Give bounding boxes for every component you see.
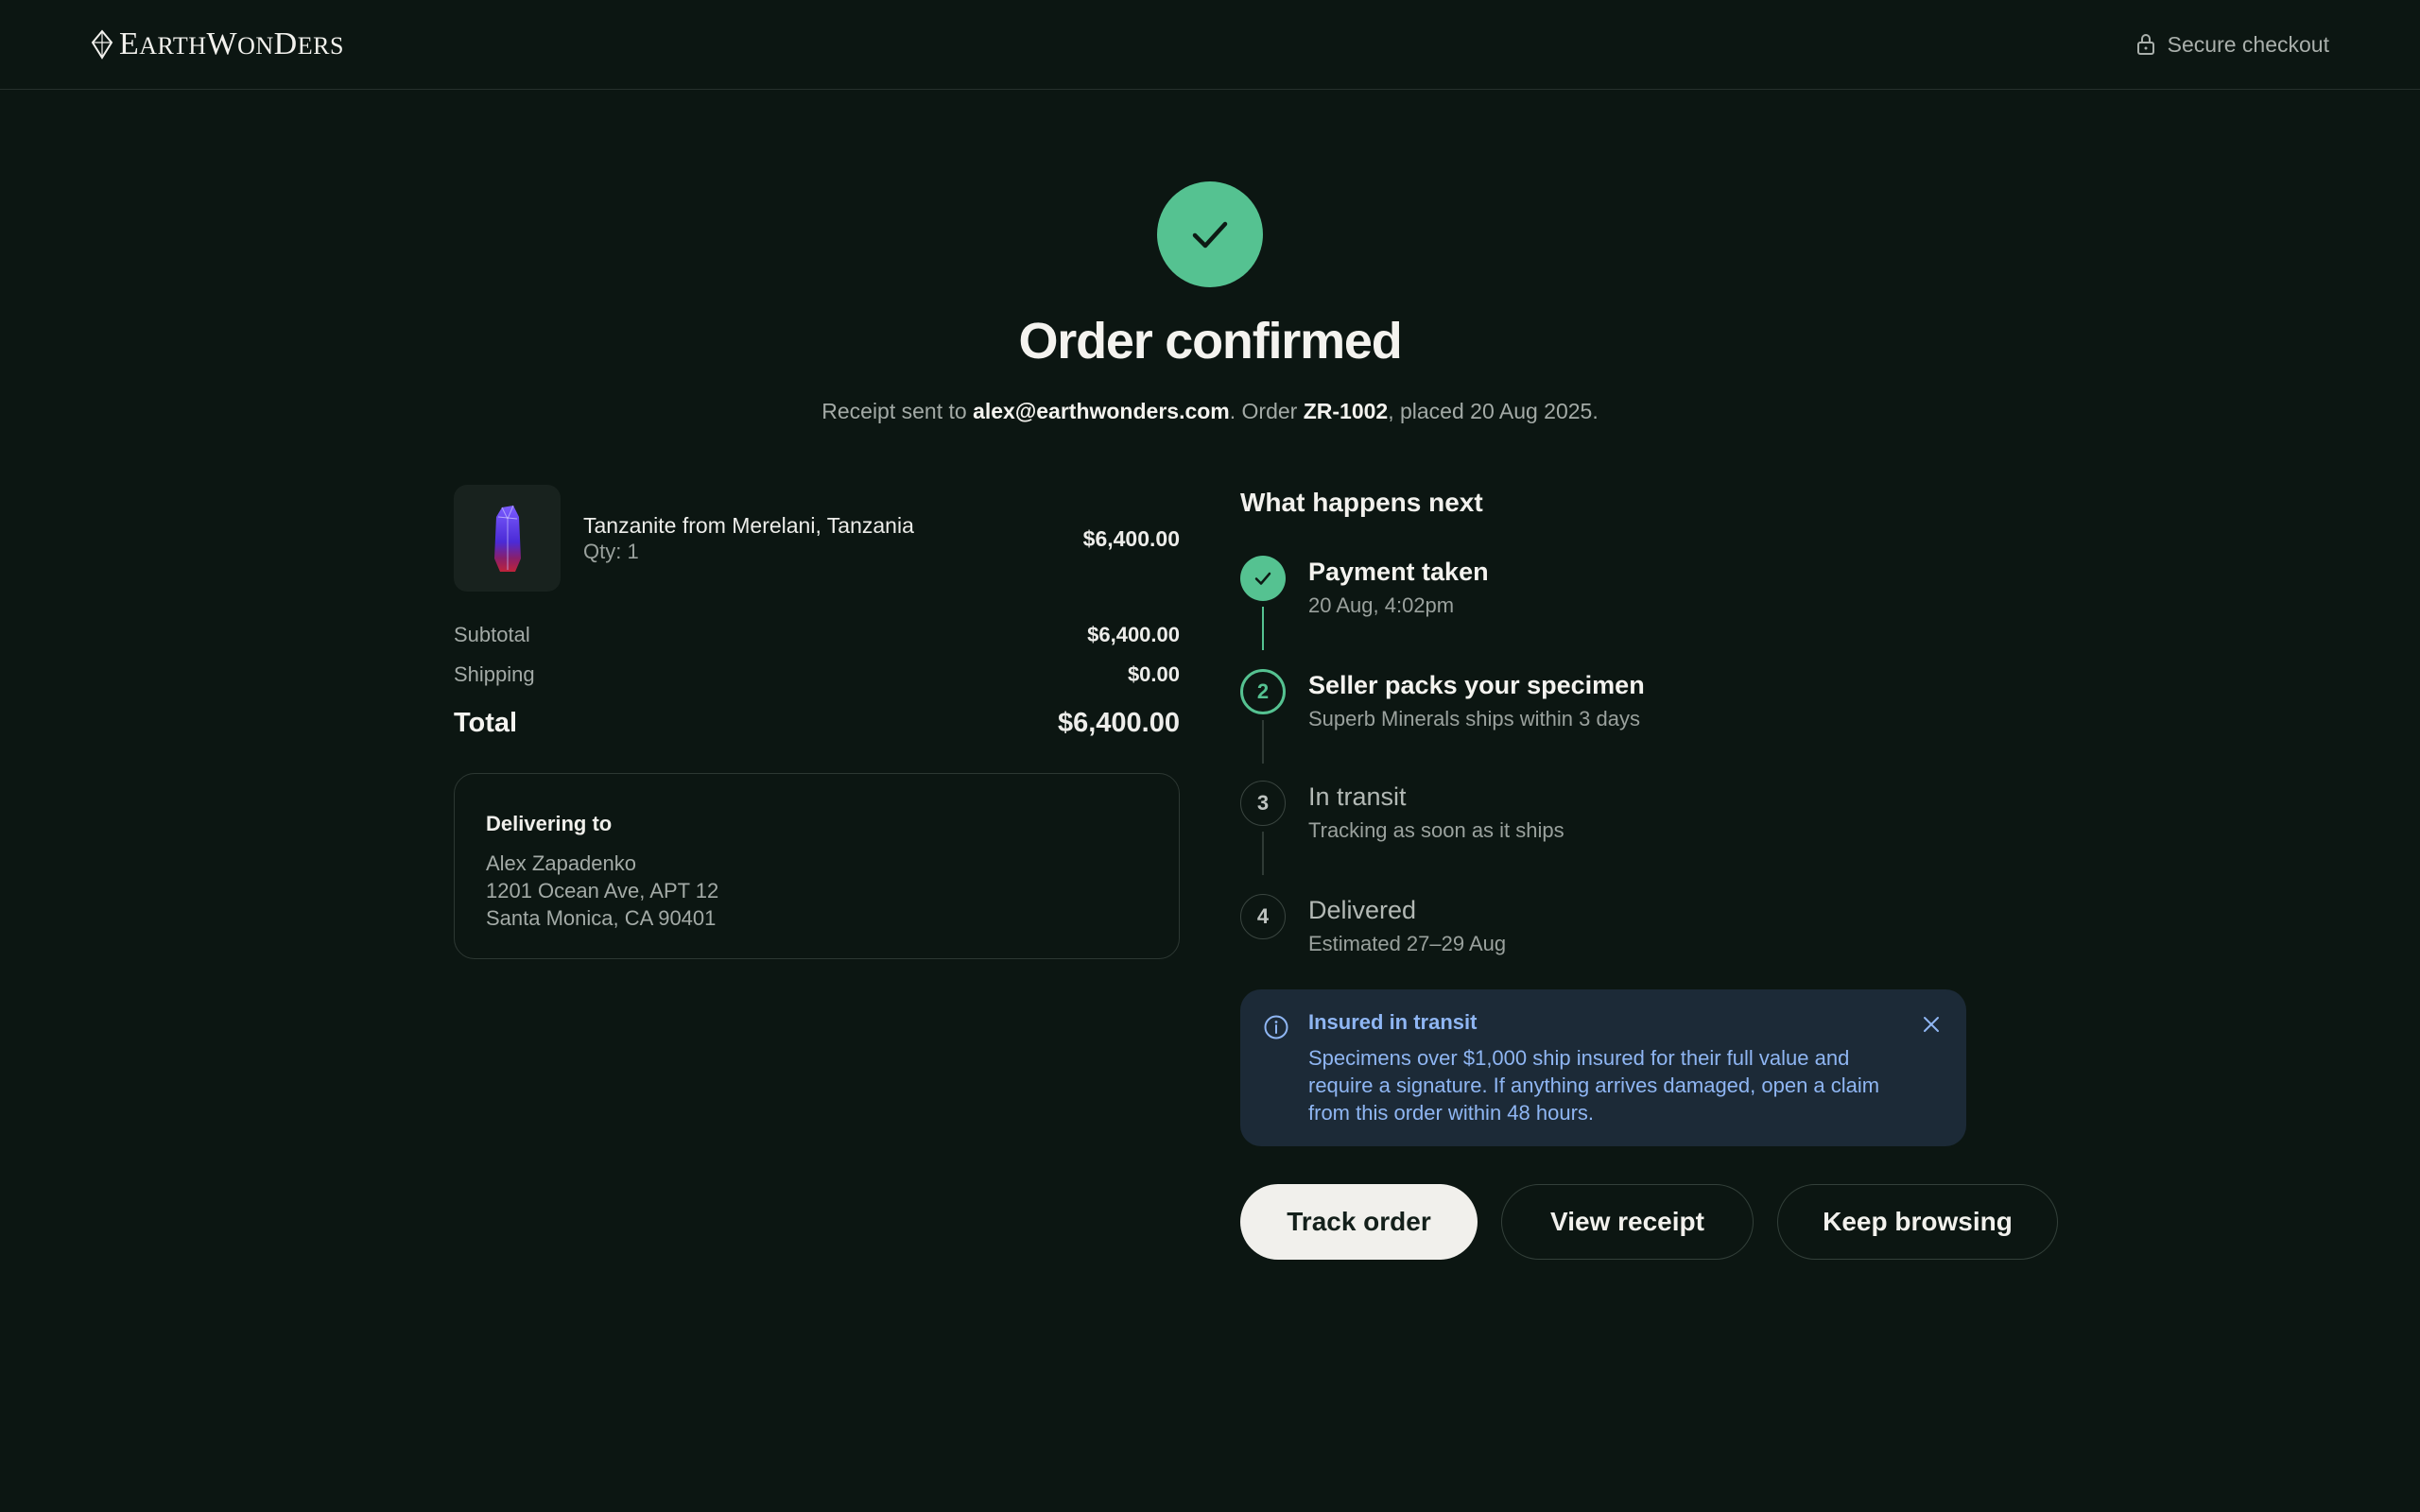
placed-date: , placed 20 Aug 2025. (1388, 399, 1599, 423)
total-label: Total (454, 708, 518, 738)
step-subtitle: Superb Minerals ships within 3 days (1308, 707, 1640, 730)
secure-checkout-label: Secure checkout (2167, 31, 2329, 57)
notice-title: Insured in transit (1308, 1010, 1478, 1034)
shipping-row: Shipping $0.00 (454, 662, 1180, 687)
page-title: Order confirmed (1018, 313, 1402, 369)
subtotal-row: Subtotal $6,400.00 (454, 623, 1180, 647)
address-street: 1201 Ocean Ave, APT 12 (486, 879, 719, 902)
receipt-summary: Receipt sent to alex@earthwonders.com. O… (0, 399, 2420, 424)
step-subtitle: 20 Aug, 4:02pm (1308, 593, 1455, 617)
secure-checkout: Secure checkout (2135, 28, 2329, 60)
total-row: Total $6,400.00 (454, 708, 1180, 739)
logo-letter: W (206, 26, 238, 61)
step-title: Seller packs your specimen (1308, 671, 1645, 699)
order-id: ZR-1002 (1303, 399, 1389, 423)
step-number: 3 (1240, 781, 1286, 826)
step-subtitle: Estimated 27–29 Aug (1308, 932, 1507, 955)
item-quantity: Qty: 1 (583, 540, 639, 563)
receipt-email: alex@earthwonders.com (973, 399, 1230, 423)
brand-logo[interactable]: EARTHWONDERS (89, 26, 344, 62)
next-steps-title: What happens next (1240, 488, 1483, 517)
receipt-prefix: Receipt sent to (821, 399, 974, 423)
logo-letters: ARTH (139, 32, 207, 60)
check-icon (1254, 572, 1271, 585)
subtotal-value: $6,400.00 (1087, 623, 1180, 646)
item-price: $6,400.00 (1082, 526, 1180, 551)
logo-letter: E (119, 26, 140, 61)
recipient-name: Alex Zapadenko (486, 851, 636, 875)
logo-letters: ERS (297, 32, 344, 60)
gem-logo-icon (91, 29, 113, 60)
logo-letter: D (273, 26, 298, 61)
order-prefix: . Order (1229, 399, 1304, 423)
check-icon (1192, 221, 1228, 249)
step-connector (1262, 720, 1264, 764)
step-title: Payment taken (1308, 558, 1489, 586)
address-city: Santa Monica, CA 90401 (486, 906, 717, 930)
order-item: Tanzanite from Merelani, Tanzania Qty: 1… (454, 485, 1180, 592)
subtotal-label: Subtotal (454, 623, 530, 646)
step-number: 2 (1240, 669, 1286, 714)
step-connector (1262, 607, 1264, 650)
total-value: $6,400.00 (1057, 708, 1180, 738)
keep-browsing-button[interactable]: Keep browsing (1777, 1184, 2058, 1260)
shipping-label: Shipping (454, 662, 535, 686)
success-badge (1157, 181, 1263, 287)
top-bar: EARTHWONDERS Secure checkout (0, 0, 2420, 90)
close-icon[interactable] (1919, 1012, 1944, 1037)
info-icon (1264, 1015, 1288, 1040)
shipping-value: $0.00 (1127, 662, 1180, 686)
logo-letters: ON (237, 32, 274, 60)
item-name[interactable]: Tanzanite from Merelani, Tanzania (583, 513, 914, 539)
step-subtitle: Tracking as soon as it ships (1308, 818, 1564, 842)
view-receipt-button[interactable]: View receipt (1501, 1184, 1754, 1260)
step-connector (1262, 832, 1264, 875)
order-summary: Tanzanite from Merelani, Tanzania Qty: 1… (454, 485, 1180, 959)
tanzanite-image (493, 505, 521, 572)
delivery-title: Delivering to (486, 812, 613, 835)
step-number: 4 (1240, 894, 1286, 939)
track-order-button[interactable]: Track order (1240, 1184, 1478, 1260)
notice-body: Specimens over $1,000 ship insured for t… (1308, 1046, 1880, 1125)
lock-icon (2136, 34, 2154, 55)
step-title: Delivered (1308, 896, 1417, 924)
delivery-address-card: Delivering to Alex Zapadenko 1201 Ocean … (454, 773, 1180, 959)
product-thumbnail (454, 485, 561, 592)
step-status-done (1240, 556, 1286, 601)
insurance-notice: Insured in transit Specimens over $1,000… (1240, 989, 1966, 1146)
step-title: In transit (1308, 782, 1407, 811)
